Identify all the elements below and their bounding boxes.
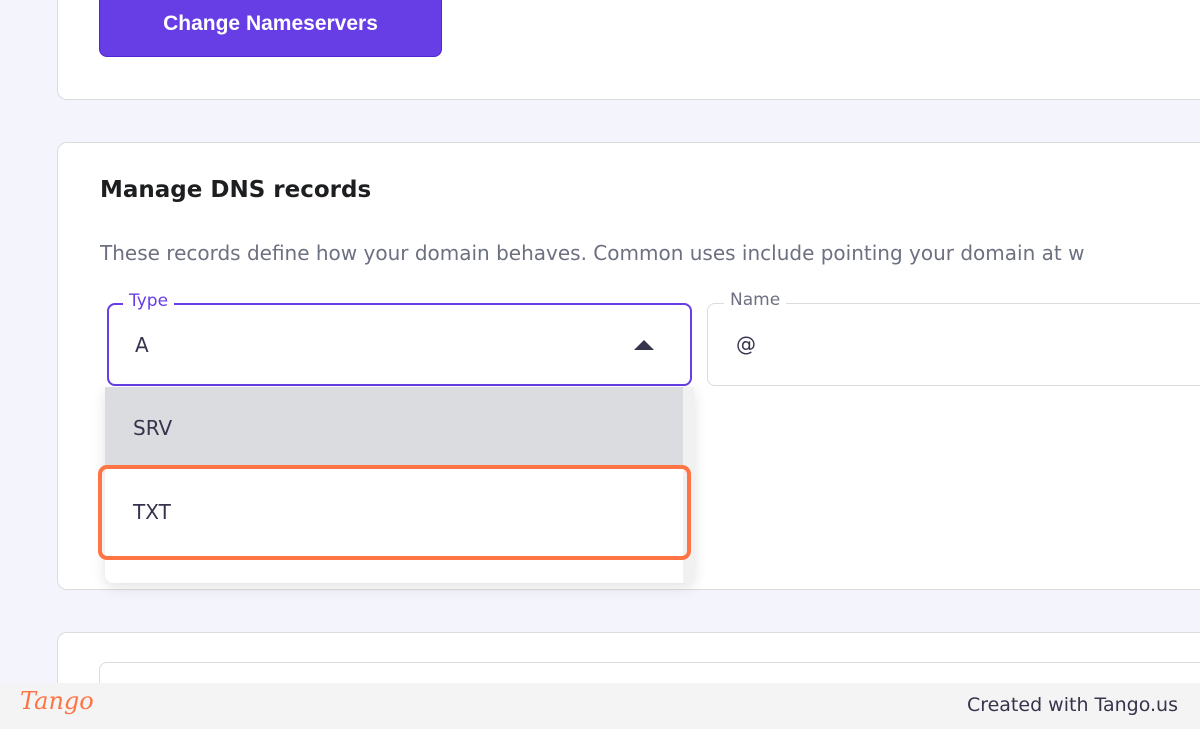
type-option-srv[interactable]: SRV xyxy=(105,387,683,469)
caret-up-icon[interactable] xyxy=(634,340,654,350)
type-field-value: A xyxy=(135,333,149,357)
name-input[interactable]: Name @ xyxy=(707,290,1200,386)
name-field-label: Name xyxy=(724,290,787,310)
dropdown-scrollbar[interactable] xyxy=(683,387,694,583)
section-description: These records define how your domain beh… xyxy=(100,241,1085,265)
footer-bar: Tango Created with Tango.us xyxy=(0,683,1200,729)
type-dropdown-menu: SRV TXT xyxy=(105,387,694,583)
name-field-value[interactable]: @ xyxy=(736,332,756,356)
type-option-txt[interactable]: TXT xyxy=(105,471,683,553)
change-nameservers-button[interactable]: Change Nameservers xyxy=(99,0,442,57)
section-title: Manage DNS records xyxy=(100,177,372,203)
tango-logo: Tango xyxy=(20,687,94,715)
type-field-label: Type xyxy=(123,291,175,311)
footer-credit: Created with Tango.us xyxy=(966,694,1178,716)
type-select[interactable]: Type A xyxy=(107,291,692,386)
